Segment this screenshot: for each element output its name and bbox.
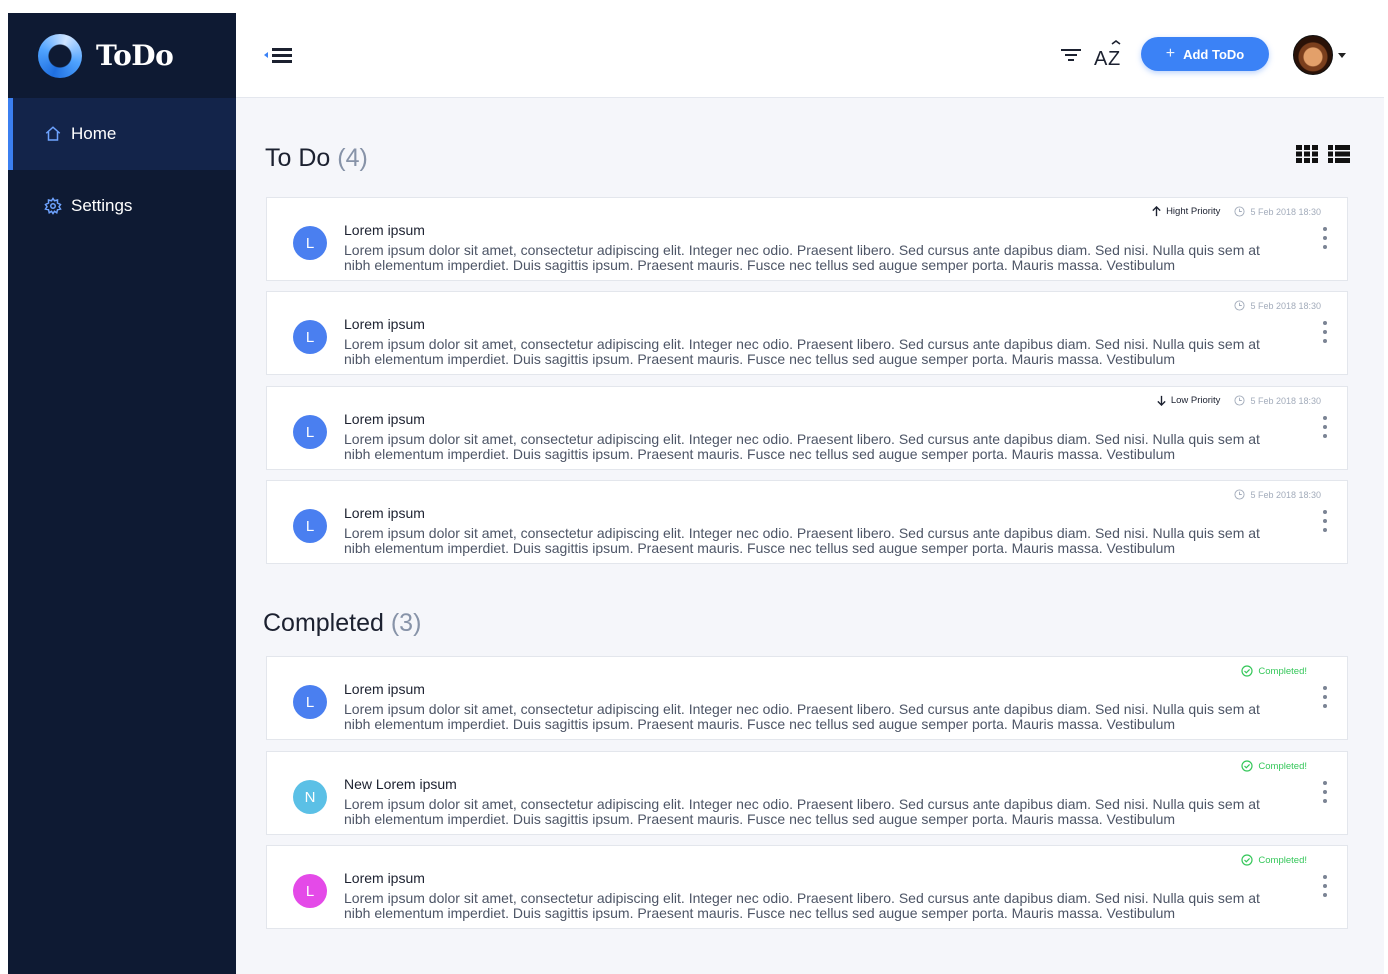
more-options-icon[interactable] xyxy=(1321,510,1329,536)
priority-label: Low Priority xyxy=(1170,395,1221,406)
more-options-icon[interactable] xyxy=(1321,227,1329,253)
item-description: Lorem ipsum dolor sit amet, consectetur … xyxy=(344,242,1260,273)
todo-card[interactable]: L Lorem ipsum Lorem ipsum dolor sit amet… xyxy=(266,386,1348,470)
item-date: 5 Feb 2018 18:30 xyxy=(1250,300,1321,311)
user-menu[interactable] xyxy=(1293,35,1346,75)
priority-label: Hight Priority xyxy=(1166,206,1221,217)
more-options-icon[interactable] xyxy=(1321,686,1329,712)
item-title: Lorem ipsum xyxy=(344,316,425,332)
svg-text:A: A xyxy=(1094,48,1108,68)
item-title: Lorem ipsum xyxy=(344,681,425,697)
todo-card[interactable]: L Lorem ipsum Lorem ipsum dolor sit amet… xyxy=(266,197,1348,281)
item-description: Lorem ipsum dolor sit amet, consectetur … xyxy=(344,336,1260,367)
clock-icon xyxy=(1234,395,1245,406)
brand[interactable]: ToDo xyxy=(8,13,236,98)
item-title: Lorem ipsum xyxy=(344,505,425,521)
sidebar: ToDo Home Settings xyxy=(8,13,236,974)
check-circle-icon xyxy=(1241,854,1254,866)
item-meta: 5 Feb 2018 18:30 xyxy=(1234,489,1321,500)
item-avatar: L xyxy=(293,320,327,354)
home-icon xyxy=(45,126,61,141)
item-description: Lorem ipsum dolor sit amet, consectetur … xyxy=(344,525,1260,556)
item-description: Lorem ipsum dolor sit amet, consectetur … xyxy=(344,796,1260,827)
completed-card[interactable]: L Lorem ipsum Lorem ipsum dolor sit amet… xyxy=(266,656,1348,740)
item-avatar: N xyxy=(293,780,327,814)
sidebar-item-label: Settings xyxy=(71,196,133,215)
add-todo-button[interactable]: + Add ToDo xyxy=(1141,37,1269,71)
sidebar-item-settings[interactable]: Settings xyxy=(8,170,236,242)
status-label: Completed! xyxy=(1258,665,1307,677)
item-meta: Completed! xyxy=(1241,854,1321,866)
completed-section-title: Completed (3) xyxy=(263,609,421,638)
menu-collapse-icon[interactable] xyxy=(262,43,294,67)
status-label: Completed! xyxy=(1258,760,1307,772)
item-description: Lorem ipsum dolor sit amet, consectetur … xyxy=(344,890,1260,921)
svg-text:Z: Z xyxy=(1108,48,1120,68)
list-view-icon[interactable] xyxy=(1328,145,1350,163)
add-todo-label: Add ToDo xyxy=(1183,46,1245,62)
item-avatar: L xyxy=(293,226,327,260)
completed-badge: Completed! xyxy=(1241,854,1307,866)
item-description: Lorem ipsum dolor sit amet, consectetur … xyxy=(344,431,1260,462)
more-options-icon[interactable] xyxy=(1321,321,1329,347)
sidebar-item-home[interactable]: Home xyxy=(8,98,236,170)
item-title: Lorem ipsum xyxy=(344,222,425,238)
more-options-icon[interactable] xyxy=(1321,875,1329,901)
section-count: (4) xyxy=(337,144,368,172)
priority-badge: Hight Priority xyxy=(1151,206,1220,217)
status-label: Completed! xyxy=(1258,854,1307,866)
section-count: (3) xyxy=(390,609,422,637)
sidebar-item-label: Home xyxy=(71,124,117,143)
completed-badge: Completed! xyxy=(1241,665,1307,677)
arrow-down-icon xyxy=(1157,395,1166,406)
section-title-text: Completed xyxy=(263,609,384,637)
completed-card[interactable]: N New Lorem ipsum Lorem ipsum dolor sit … xyxy=(266,751,1348,835)
item-meta: Low Priority 5 Feb 2018 18:30 xyxy=(1156,395,1321,406)
item-avatar: L xyxy=(293,509,327,543)
gear-icon xyxy=(44,197,62,215)
item-description: Lorem ipsum dolor sit amet, consectetur … xyxy=(344,701,1260,732)
check-circle-icon xyxy=(1241,665,1254,677)
chevron-down-icon xyxy=(1338,52,1346,58)
item-meta: Hight Priority 5 Feb 2018 18:30 xyxy=(1151,206,1321,217)
grid-view-icon[interactable] xyxy=(1296,145,1318,163)
clock-icon xyxy=(1234,206,1245,217)
item-date: 5 Feb 2018 18:30 xyxy=(1250,395,1321,406)
priority-badge: Low Priority xyxy=(1156,395,1221,406)
avatar xyxy=(1293,35,1333,75)
todo-section-title: To Do (4) xyxy=(265,144,368,173)
item-meta: Completed! xyxy=(1241,665,1321,677)
completed-badge: Completed! xyxy=(1241,760,1307,772)
filter-icon[interactable] xyxy=(1060,44,1082,66)
todo-card[interactable]: L Lorem ipsum Lorem ipsum dolor sit amet… xyxy=(266,480,1348,564)
item-avatar: L xyxy=(293,685,327,719)
item-title: Lorem ipsum xyxy=(344,411,425,427)
item-title: New Lorem ipsum xyxy=(344,776,457,792)
main-content: To Do (4) L Lorem ipsum Lorem ipsum dolo… xyxy=(236,98,1384,974)
plus-icon: + xyxy=(1165,45,1176,62)
item-avatar: L xyxy=(293,874,327,908)
item-meta: Completed! xyxy=(1241,760,1321,772)
section-title-text: To Do xyxy=(265,144,331,172)
completed-card[interactable]: L Lorem ipsum Lorem ipsum dolor sit amet… xyxy=(266,845,1348,929)
more-options-icon[interactable] xyxy=(1321,416,1329,442)
app-name: ToDo xyxy=(96,39,174,72)
top-bar: A Z + Add ToDo xyxy=(236,13,1384,98)
sort-az-icon[interactable]: A Z xyxy=(1094,40,1124,68)
todo-card[interactable]: L Lorem ipsum Lorem ipsum dolor sit amet… xyxy=(266,291,1348,375)
item-meta: 5 Feb 2018 18:30 xyxy=(1234,300,1321,311)
item-title: Lorem ipsum xyxy=(344,870,425,886)
clock-icon xyxy=(1234,300,1245,311)
check-circle-icon xyxy=(1241,760,1254,772)
item-date: 5 Feb 2018 18:30 xyxy=(1250,206,1321,217)
clock-icon xyxy=(1234,489,1245,500)
item-avatar: L xyxy=(293,415,327,449)
arrow-up-icon xyxy=(1152,206,1161,217)
item-date: 5 Feb 2018 18:30 xyxy=(1250,489,1321,500)
logo-icon xyxy=(38,33,82,78)
more-options-icon[interactable] xyxy=(1321,781,1329,807)
